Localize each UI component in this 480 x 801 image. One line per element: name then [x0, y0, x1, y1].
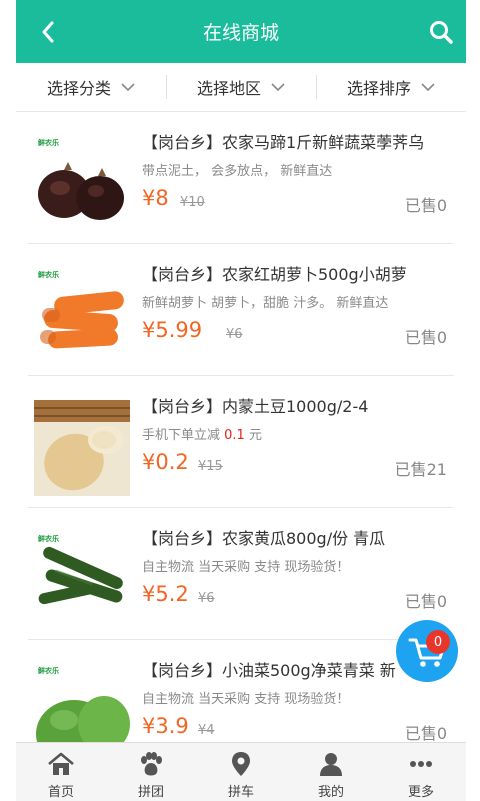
more-dots-icon	[410, 761, 432, 767]
tab-label: 首页	[47, 785, 74, 800]
product-price: ¥5.2	[142, 582, 189, 606]
product-price: ¥5.99	[142, 318, 203, 342]
chevron-left-icon[interactable]	[38, 18, 58, 46]
product-image: 鲜农乐	[34, 136, 130, 232]
tab-home[interactable]: 首页	[16, 743, 106, 801]
product-desc: 自主物流 当天采购 支持 现场验货！	[142, 560, 350, 575]
filter-label: 选择地区	[196, 79, 261, 98]
filter-label: 选择分类	[46, 79, 111, 98]
chevron-down-icon	[121, 83, 135, 92]
original-price: ¥6	[226, 327, 243, 342]
brand-badge: 鲜农乐	[38, 139, 59, 147]
product-price: ¥0.2	[142, 450, 189, 474]
tab-carpool[interactable]: 拼车	[196, 743, 286, 801]
tab-label: 拼团	[137, 785, 164, 800]
promo-suffix: 元	[248, 428, 262, 443]
promo-amount: 0.1	[224, 428, 245, 443]
product-item[interactable]: 【岗台乡】内蒙土豆1000g/2-4 手机下单立减 0.1 元 ¥0.2 ¥15…	[16, 376, 466, 508]
brand-badge: 鲜农乐	[38, 535, 59, 543]
home-icon	[48, 752, 74, 775]
product-desc: 手机下单立减 0.1 元	[142, 424, 452, 443]
product-name: 【岗台乡】内蒙土豆1000g/2-4	[142, 397, 369, 416]
product-desc: 新鲜胡萝卜 胡萝卜，甜脆 汁多。 新鲜直达	[142, 296, 389, 311]
sold-count: 已售0	[404, 724, 447, 743]
cart-icon	[408, 638, 446, 667]
filter-category[interactable]: 选择分类	[16, 63, 166, 111]
tab-more[interactable]: 更多	[376, 743, 466, 801]
product-item[interactable]: 鲜农乐 【岗台乡】农家红胡萝卜500g小胡萝 新鲜胡萝卜 胡萝卜，甜脆 汁多。 …	[16, 244, 466, 376]
filter-sort[interactable]: 选择排序	[316, 63, 466, 111]
cart-count-badge: 0	[426, 630, 450, 654]
promo-prefix: 手机下单立减	[142, 428, 221, 443]
app-header: 在线商城	[16, 0, 466, 63]
cart-button[interactable]	[396, 620, 458, 682]
chevron-down-icon	[271, 83, 285, 92]
product-name: 【岗台乡】农家黄瓜800g/份 青瓜	[142, 529, 386, 548]
tab-profile[interactable]: 我的	[286, 743, 376, 801]
brand-badge: 鲜农乐	[38, 271, 59, 279]
page-title: 在线商城	[202, 22, 279, 44]
original-price: ¥15	[198, 459, 223, 474]
chevron-down-icon	[421, 83, 435, 92]
product-image: 鲜农乐	[34, 268, 130, 364]
tab-label: 更多	[407, 785, 434, 800]
product-desc: 带点泥土， 会多放点， 新鲜直达	[142, 164, 333, 179]
paw-icon	[141, 752, 162, 776]
original-price: ¥4	[198, 723, 215, 738]
sold-count: 已售0	[404, 196, 447, 215]
product-price: ¥3.9	[142, 714, 189, 738]
location-pin-icon	[232, 752, 250, 776]
original-price: ¥6	[198, 591, 215, 606]
filter-bar: 选择分类 选择地区 选择排序	[16, 63, 466, 112]
sold-count: 已售0	[404, 592, 447, 611]
original-price: ¥10	[180, 195, 205, 210]
brand-badge: 鲜农乐	[38, 667, 59, 675]
sold-count: 已售0	[404, 328, 447, 347]
product-name: 【岗台乡】农家红胡萝卜500g小胡萝	[142, 265, 407, 284]
product-image: 鲜农乐	[34, 532, 130, 628]
product-price: ¥8	[142, 186, 169, 210]
filter-region[interactable]: 选择地区	[166, 63, 316, 111]
product-desc: 自主物流 当天采购 支持 现场验货！	[142, 692, 350, 707]
tab-group-buy[interactable]: 拼团	[106, 743, 196, 801]
bottom-tab-bar: 首页 拼团 拼车 我的 更多	[16, 742, 466, 801]
user-icon	[320, 753, 342, 776]
filter-label: 选择排序	[346, 79, 411, 98]
product-item[interactable]: 鲜农乐 【岗台乡】农家马蹄1斤新鲜蔬菜荸荠乌 带点泥土， 会多放点， 新鲜直达 …	[16, 112, 466, 244]
sold-count: 已售21	[394, 460, 447, 479]
tab-label: 拼车	[227, 785, 254, 800]
search-icon[interactable]	[428, 19, 454, 45]
product-name: 【岗台乡】农家马蹄1斤新鲜蔬菜荸荠乌	[142, 133, 425, 152]
product-image	[34, 400, 130, 496]
tab-label: 我的	[317, 785, 344, 800]
